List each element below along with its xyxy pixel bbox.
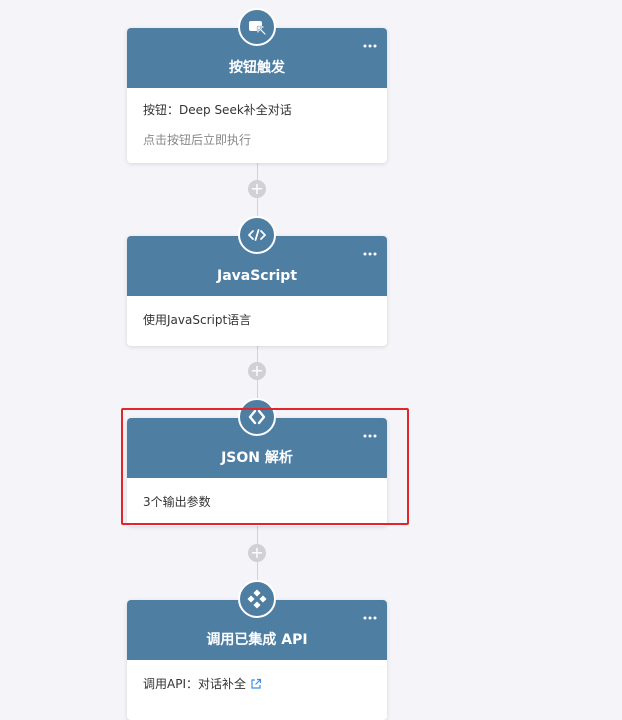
more-horizontal-icon[interactable]	[363, 36, 377, 48]
more-horizontal-icon[interactable]	[363, 244, 377, 256]
node-body: 3个输出参数	[127, 478, 387, 510]
node-description: 3个输出参数	[143, 495, 211, 509]
add-step-button[interactable]: +	[248, 544, 266, 562]
workflow-node-javascript[interactable]: JavaScript 使用JavaScript语言	[127, 216, 387, 346]
workflow-node-json-parse[interactable]: JSON 解析 3个输出参数	[127, 398, 387, 526]
node-description: 使用JavaScript语言	[143, 313, 252, 327]
node-title: 调用已集成 API	[206, 632, 308, 648]
node-title: 按钮触发	[229, 60, 285, 76]
more-horizontal-icon[interactable]	[363, 426, 377, 438]
workflow-node-api-call[interactable]: 调用已集成 API 调用API：对话补全	[127, 580, 387, 720]
node-header: 调用已集成 API	[127, 580, 387, 660]
node-description: 调用API：对话补全	[143, 660, 371, 694]
button-trigger-icon	[238, 8, 276, 46]
node-header: 按钮触发	[127, 8, 387, 88]
node-header: JSON 解析	[127, 398, 387, 478]
json-parse-icon	[238, 398, 276, 436]
more-horizontal-icon[interactable]	[363, 608, 377, 620]
node-body: 调用API：对话补全	[127, 660, 387, 694]
add-step-button[interactable]: +	[248, 180, 266, 198]
node-description-text: 调用API：对话补全	[143, 677, 246, 691]
external-link-icon[interactable]	[250, 678, 262, 694]
node-header: JavaScript	[127, 216, 387, 296]
node-body: 按钮：Deep Seek补全对话 点击按钮后立即执行	[127, 88, 387, 148]
node-title: JSON 解析	[221, 450, 293, 466]
add-step-button[interactable]: +	[248, 362, 266, 380]
node-body: 使用JavaScript语言	[127, 296, 387, 328]
node-title: JavaScript	[216, 268, 298, 284]
node-subdescription: 点击按钮后立即执行	[143, 133, 252, 147]
api-integration-icon	[238, 580, 276, 618]
code-icon	[238, 216, 276, 254]
node-description: 按钮：Deep Seek补全对话	[143, 103, 292, 117]
workflow-node-button-trigger[interactable]: 按钮触发 按钮：Deep Seek补全对话 点击按钮后立即执行	[127, 8, 387, 163]
